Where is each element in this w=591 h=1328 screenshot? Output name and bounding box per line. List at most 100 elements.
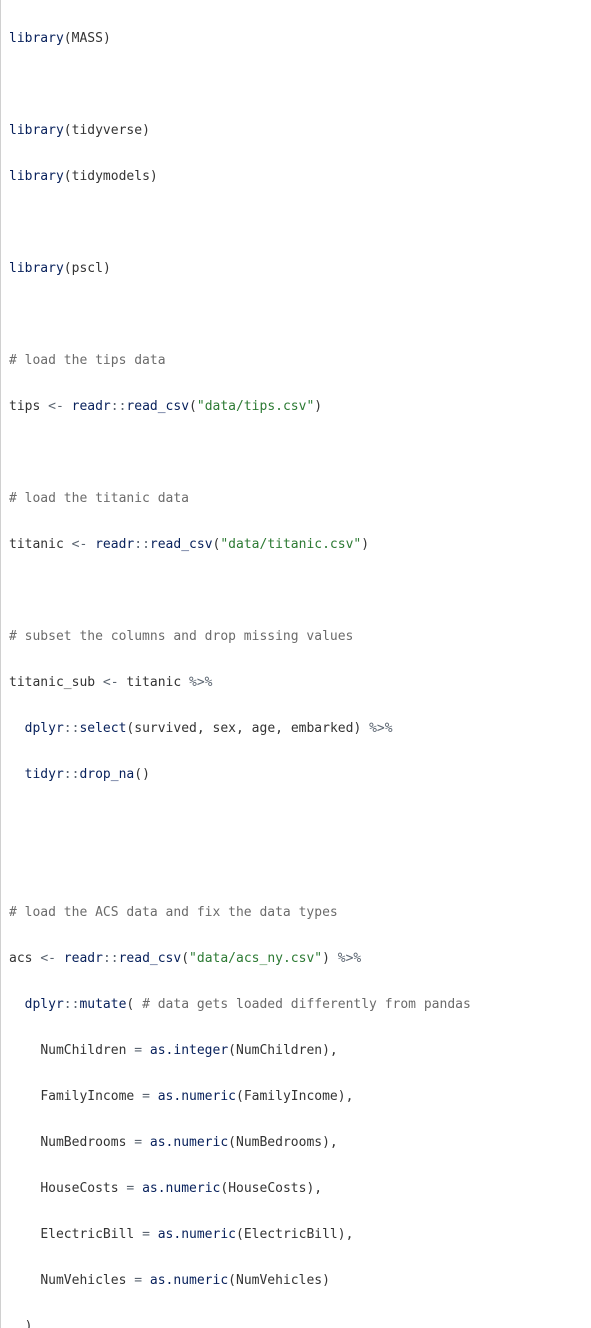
code-line: tidyr::drop_na() bbox=[9, 763, 591, 786]
identifier: NumBedrooms bbox=[40, 1135, 126, 1150]
function-call: library bbox=[9, 123, 64, 138]
function-call: select bbox=[79, 721, 126, 736]
pipe-operator: %>% bbox=[189, 675, 212, 690]
comment-line: # load the ACS data and fix the data typ… bbox=[9, 901, 591, 924]
code-line: tips <- readr::read_csv("data/tips.csv") bbox=[9, 395, 591, 418]
paren-open: ( bbox=[189, 399, 197, 414]
blank-line bbox=[9, 211, 591, 234]
equals: = bbox=[134, 1043, 142, 1058]
blank-line bbox=[9, 303, 591, 326]
identifier: HouseCosts bbox=[40, 1181, 118, 1196]
assign-operator: <- bbox=[40, 951, 56, 966]
variable: titanic bbox=[9, 537, 64, 552]
code-line: ) bbox=[9, 1315, 591, 1328]
function-call: mutate bbox=[79, 997, 126, 1012]
namespace-operator: :: bbox=[134, 537, 150, 552]
paren-open: ( bbox=[181, 951, 189, 966]
code-line: FamilyIncome = as.numeric(FamilyIncome), bbox=[9, 1085, 591, 1108]
paren-close: ) bbox=[353, 721, 361, 736]
paren-close: ) bbox=[103, 31, 111, 46]
identifier: NumVehicles bbox=[40, 1273, 126, 1288]
string-literal: "data/acs_ny.csv" bbox=[189, 951, 322, 966]
code-block: library(MASS) library(tidyverse) library… bbox=[1, 0, 591, 1328]
blank-line bbox=[9, 441, 591, 464]
code-line: dplyr::select(survived, sex, age, embark… bbox=[9, 717, 591, 740]
identifier: FamilyIncome bbox=[244, 1089, 338, 1104]
comment-line: # load the titanic data bbox=[9, 487, 591, 510]
variable: titanic_sub bbox=[9, 675, 95, 690]
package: readr bbox=[64, 951, 103, 966]
identifier: MASS bbox=[72, 31, 103, 46]
identifier: age bbox=[252, 721, 275, 736]
paren-open: ( bbox=[228, 1273, 236, 1288]
package: dplyr bbox=[25, 721, 64, 736]
paren-open: ( bbox=[64, 123, 72, 138]
equals: = bbox=[142, 1227, 150, 1242]
comma: , bbox=[330, 1135, 338, 1150]
paren-close: ) bbox=[322, 951, 330, 966]
paren-close: ) bbox=[322, 1135, 330, 1150]
function-call: drop_na bbox=[79, 767, 134, 782]
paren-close: ) bbox=[25, 1319, 33, 1328]
paren-close: ) bbox=[150, 169, 158, 184]
function-call: as.integer bbox=[150, 1043, 228, 1058]
identifier: NumChildren bbox=[236, 1043, 322, 1058]
paren-open: ( bbox=[126, 997, 134, 1012]
identifier: HouseCosts bbox=[228, 1181, 306, 1196]
comment: # data gets loaded differently from pand… bbox=[142, 997, 471, 1012]
identifier: NumVehicles bbox=[236, 1273, 322, 1288]
paren-close: ) bbox=[322, 1043, 330, 1058]
function-call: library bbox=[9, 169, 64, 184]
function-call: as.numeric bbox=[158, 1227, 236, 1242]
blank-line bbox=[9, 855, 591, 878]
paren-close: ) bbox=[338, 1089, 346, 1104]
equals: = bbox=[134, 1273, 142, 1288]
package: dplyr bbox=[25, 997, 64, 1012]
function-call: as.numeric bbox=[142, 1181, 220, 1196]
code-line: acs <- readr::read_csv("data/acs_ny.csv"… bbox=[9, 947, 591, 970]
identifier: ElectricBill bbox=[40, 1227, 134, 1242]
paren-close: ) bbox=[103, 261, 111, 276]
comma: , bbox=[236, 721, 244, 736]
namespace-operator: :: bbox=[64, 997, 80, 1012]
function-call: as.numeric bbox=[150, 1135, 228, 1150]
comment: # load the tips data bbox=[9, 353, 166, 368]
comma: , bbox=[275, 721, 283, 736]
identifier: ElectricBill bbox=[244, 1227, 338, 1242]
equals: = bbox=[134, 1135, 142, 1150]
code-line: library(pscl) bbox=[9, 257, 591, 280]
comment: # subset the columns and drop missing va… bbox=[9, 629, 353, 644]
identifier: pscl bbox=[72, 261, 103, 276]
comma: , bbox=[330, 1043, 338, 1058]
identifier: survived bbox=[134, 721, 197, 736]
code-line: dplyr::mutate( # data gets loaded differ… bbox=[9, 993, 591, 1016]
paren-open: ( bbox=[64, 169, 72, 184]
paren-close: ) bbox=[338, 1227, 346, 1242]
blank-line bbox=[9, 73, 591, 96]
paren-close: ) bbox=[314, 399, 322, 414]
comment: # load the ACS data and fix the data typ… bbox=[9, 905, 338, 920]
string-literal: "data/tips.csv" bbox=[197, 399, 314, 414]
variable: tips bbox=[9, 399, 40, 414]
comma: , bbox=[314, 1181, 322, 1196]
namespace-operator: :: bbox=[64, 721, 80, 736]
identifier: NumChildren bbox=[40, 1043, 126, 1058]
function-call: read_csv bbox=[126, 399, 189, 414]
identifier: tidymodels bbox=[72, 169, 150, 184]
pipe-operator: %>% bbox=[338, 951, 361, 966]
namespace-operator: :: bbox=[103, 951, 119, 966]
code-line: NumBedrooms = as.numeric(NumBedrooms), bbox=[9, 1131, 591, 1154]
paren-close: ) bbox=[142, 123, 150, 138]
code-line: ElectricBill = as.numeric(ElectricBill), bbox=[9, 1223, 591, 1246]
identifier: tidyverse bbox=[72, 123, 142, 138]
code-line: library(tidyverse) bbox=[9, 119, 591, 142]
comment-line: # subset the columns and drop missing va… bbox=[9, 625, 591, 648]
assign-operator: <- bbox=[72, 537, 88, 552]
identifier: NumBedrooms bbox=[236, 1135, 322, 1150]
function-call: library bbox=[9, 31, 64, 46]
package: tidyr bbox=[25, 767, 64, 782]
equals: = bbox=[142, 1089, 150, 1104]
paren-close: ) bbox=[322, 1273, 330, 1288]
string-literal: "data/titanic.csv" bbox=[220, 537, 361, 552]
paren-open: ( bbox=[228, 1135, 236, 1150]
